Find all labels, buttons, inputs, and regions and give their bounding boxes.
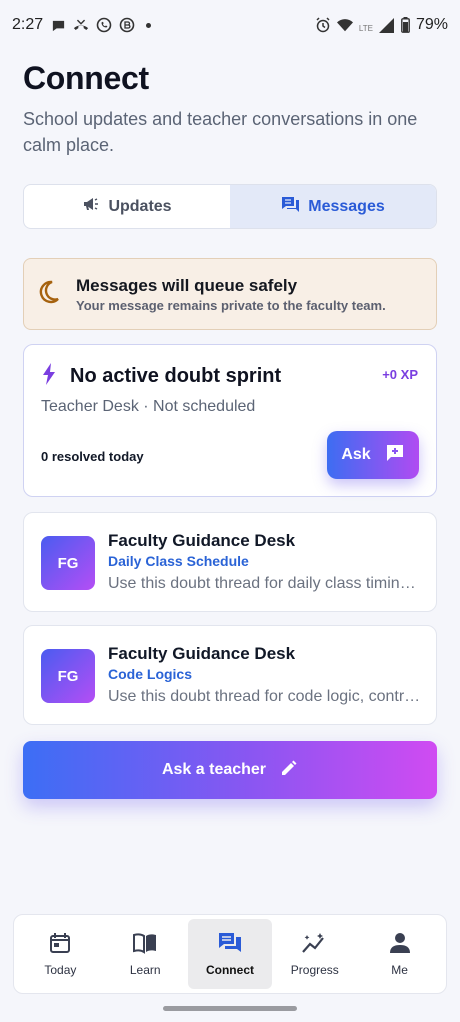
thread-name: Faculty Guidance Desk — [108, 644, 296, 663]
chat-icon — [281, 196, 300, 218]
lightning-icon — [42, 363, 56, 390]
battery-icon — [401, 17, 410, 33]
book-icon — [133, 932, 157, 957]
nav-learn-label: Learn — [129, 962, 161, 977]
battery-level: 79% — [415, 16, 448, 33]
nav-me-label: Me — [391, 962, 408, 977]
avatar: FG — [41, 536, 95, 590]
whatsapp-icon — [96, 17, 112, 33]
nav-learn[interactable]: Learn — [103, 919, 188, 989]
person-icon — [389, 932, 411, 957]
ask-button-label: Ask — [341, 446, 371, 463]
status-time: 2:27 — [12, 16, 44, 33]
avatar: FG — [41, 649, 95, 703]
moon-icon — [38, 280, 60, 309]
thread-name: Faculty Guidance Desk — [108, 531, 296, 550]
bottom-nav: Today Learn Connect Progress Me — [13, 914, 447, 994]
thread-card[interactable]: FG Faculty Guidance Desk Code Logics Use… — [23, 625, 437, 725]
page-subtitle: School updates and teacher conversations… — [23, 109, 418, 155]
pencil-icon — [280, 759, 298, 782]
doubt-sprint-card: No active doubt sprint +0 XP Teacher Des… — [23, 344, 437, 497]
ask-teacher-button[interactable]: Ask a teacher — [23, 741, 437, 799]
tab-messages[interactable]: Messages — [230, 185, 436, 228]
chat-icon — [218, 932, 242, 957]
thread-tag: Daily Class Schedule — [108, 553, 249, 569]
thread-tag: Code Logics — [108, 666, 193, 682]
nav-progress[interactable]: Progress — [272, 919, 357, 989]
tab-updates-label: Updates — [108, 197, 172, 215]
nav-progress-label: Progress — [290, 962, 339, 977]
thread-preview: Use this doubt thread for daily class ti… — [108, 575, 422, 592]
notice-title: Messages will queue safely — [76, 275, 298, 295]
connect-tabs: Updates Messages — [23, 184, 437, 229]
status-bar: 2:27 LTE 79% — [0, 0, 460, 50]
network-type: LTE — [358, 23, 373, 33]
more-notifications-dot — [146, 22, 152, 28]
thread-preview: Use this doubt thread for code logic, co… — [108, 688, 422, 705]
signal-icon — [379, 17, 395, 33]
calendar-icon — [49, 932, 71, 957]
sparkle-chart-icon — [301, 932, 328, 957]
thread-card[interactable]: FG Faculty Guidance Desk Daily Class Sch… — [23, 512, 437, 612]
nav-connect[interactable]: Connect — [187, 919, 273, 989]
wifi-icon — [336, 17, 353, 33]
sprint-title: No active doubt sprint — [70, 365, 282, 387]
nav-me[interactable]: Me — [357, 919, 442, 989]
xp-badge: +0 XP — [382, 367, 418, 382]
nav-today[interactable]: Today — [18, 919, 103, 989]
add-message-icon — [385, 443, 405, 468]
tab-messages-label: Messages — [308, 197, 385, 215]
whatsapp-business-icon — [119, 17, 135, 33]
chat-bubble-icon — [50, 17, 66, 33]
page-title: Connect — [23, 60, 149, 96]
nav-connect-label: Connect — [205, 962, 254, 977]
resolved-count: 0 resolved today — [41, 449, 144, 464]
alarm-icon — [315, 17, 331, 33]
ask-button[interactable]: Ask — [327, 431, 419, 479]
nav-today-label: Today — [44, 962, 77, 977]
missed-call-icon — [73, 17, 89, 33]
megaphone-icon — [82, 196, 100, 217]
ask-teacher-label: Ask a teacher — [161, 761, 267, 778]
sprint-meta: Teacher Desk · Not scheduled — [41, 398, 256, 415]
queue-notice: Messages will queue safely Your message … — [23, 258, 437, 330]
home-indicator[interactable] — [163, 1006, 297, 1011]
tab-updates[interactable]: Updates — [24, 185, 230, 228]
notice-subtitle: Your message remains private to the facu… — [76, 297, 386, 313]
